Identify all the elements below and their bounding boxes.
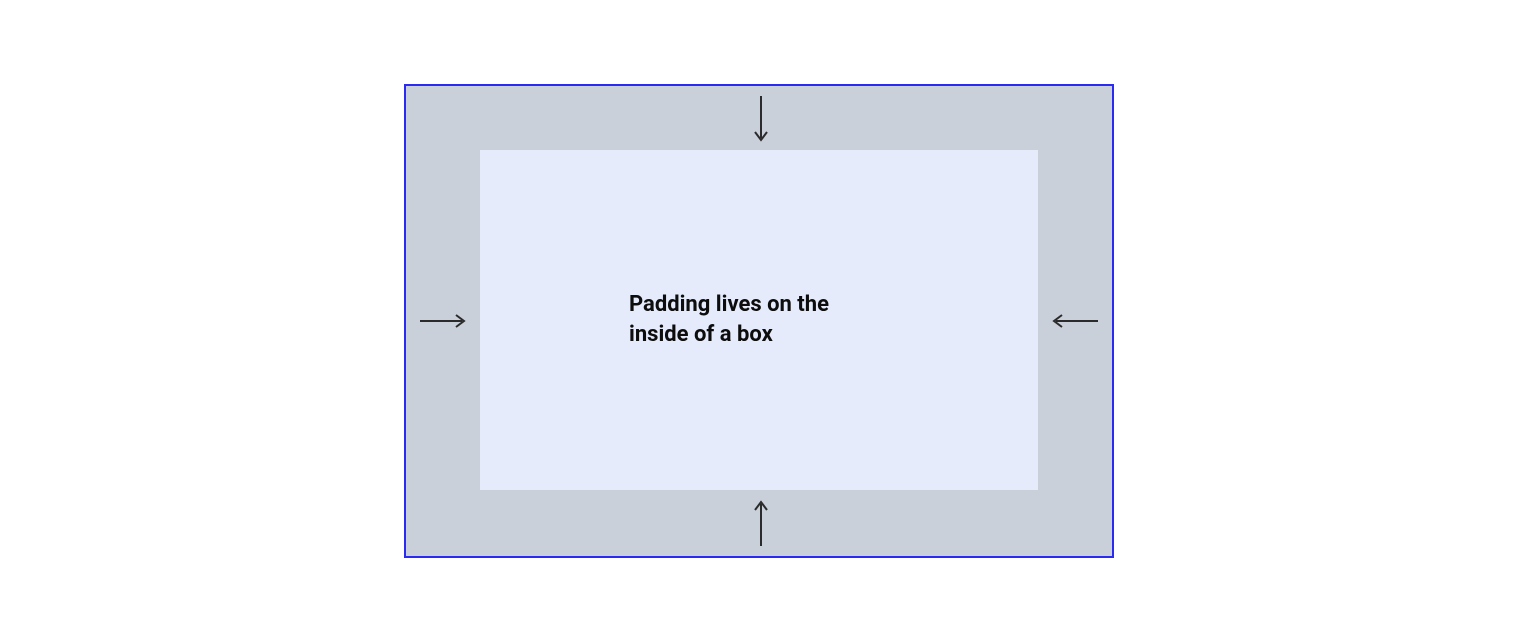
outer-padding-box: Padding lives on the inside of a box: [404, 84, 1114, 558]
arrow-up-icon: [754, 496, 768, 546]
diagram-caption: Padding lives on the inside of a box: [629, 290, 889, 349]
inner-content-box: Padding lives on the inside of a box: [480, 150, 1038, 490]
arrow-left-icon: [1048, 314, 1098, 328]
arrow-down-icon: [754, 96, 768, 146]
arrow-right-icon: [420, 314, 470, 328]
